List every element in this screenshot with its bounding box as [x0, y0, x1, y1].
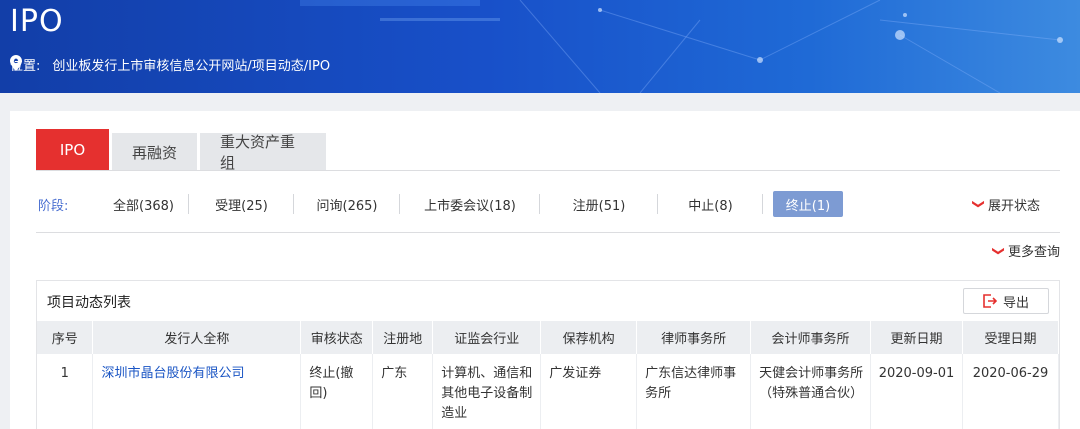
more-query-button[interactable]: ❯ 更多查询	[991, 241, 1060, 260]
col-header-region[interactable]: 注册地	[372, 321, 434, 354]
content-panel: IPO 再融资 重大资产重组 阶段: 全部(368) 受理(25) 问询(265…	[10, 111, 1080, 429]
tab-major-restructuring[interactable]: 重大资产重组	[200, 133, 326, 172]
col-header-law-firm[interactable]: 律师事务所	[636, 321, 752, 354]
stage-filter: 阶段: 全部(368) 受理(25) 问询(265) 上市委会议(18) 注册(…	[36, 189, 1060, 219]
stage-inquiry[interactable]: 问询(265)	[294, 191, 400, 217]
export-label: 导出	[1002, 295, 1029, 311]
stage-terminated[interactable]: 终止(1)	[773, 191, 843, 217]
more-query-label: 更多查询	[1007, 245, 1060, 260]
stage-registration[interactable]: 注册(51)	[540, 191, 658, 217]
list-title: 项目动态列表	[47, 295, 131, 311]
row-region: 广东	[372, 354, 434, 429]
project-table: 序号 发行人全称 审核状态 注册地 证监会行业 保荐机构 律师事务所 会计师事务…	[37, 321, 1060, 429]
tab-ipo[interactable]: IPO	[36, 129, 109, 171]
filter-divider	[36, 232, 1060, 233]
export-button[interactable]: 导出	[963, 288, 1049, 314]
table-header-row: 序号 发行人全称 审核状态 注册地 证监会行业 保荐机构 律师事务所 会计师事务…	[37, 321, 1060, 354]
export-icon	[983, 294, 997, 308]
tab-divider	[36, 170, 1060, 171]
project-list: 项目动态列表 导出 序号 发行人全称 审核状态 注册地 证监会行业 保荐机构 律…	[36, 280, 1060, 429]
col-header-index[interactable]: 序号	[37, 321, 94, 354]
tab-bar: IPO 再融资 重大资产重组	[36, 129, 329, 172]
row-sponsor: 广发证券	[540, 354, 638, 429]
row-accounting-firm: 天健会计师事务所（特殊普通合伙）	[750, 354, 872, 429]
issuer-link[interactable]: 深圳市晶台股份有限公司	[101, 366, 244, 381]
chevron-down-icon: ❯	[991, 245, 1006, 256]
row-index: 1	[37, 354, 94, 429]
col-header-accounting-firm[interactable]: 会计师事务所	[750, 321, 872, 354]
breadcrumb: 位置: 创业板发行上市审核信息公开网站/项目动态/IPO	[10, 55, 330, 74]
location-pin-icon	[10, 55, 22, 71]
col-header-sponsor[interactable]: 保荐机构	[540, 321, 638, 354]
row-accept-date: 2020-06-29	[962, 354, 1060, 429]
row-status: 终止(撤回)	[300, 354, 374, 429]
expand-status-label: 展开状态	[987, 198, 1040, 214]
page-title: IPO	[10, 4, 64, 39]
stage-label: 阶段:	[38, 198, 69, 214]
breadcrumb-path[interactable]: 创业板发行上市审核信息公开网站/项目动态/IPO	[52, 55, 330, 74]
col-header-accept-date[interactable]: 受理日期	[962, 321, 1060, 354]
table-row: 1 深圳市晶台股份有限公司 终止(撤回) 广东 计算机、通信和其他电子设备制造业…	[37, 354, 1060, 429]
tab-refinancing[interactable]: 再融资	[112, 133, 197, 171]
stage-all[interactable]: 全部(368)	[98, 191, 189, 217]
stage-accepted[interactable]: 受理(25)	[189, 191, 294, 217]
col-header-update-date[interactable]: 更新日期	[870, 321, 963, 354]
stage-suspended[interactable]: 中止(8)	[658, 191, 763, 217]
expand-status-button[interactable]: ❯ 展开状态	[971, 195, 1040, 214]
col-header-status[interactable]: 审核状态	[300, 321, 374, 354]
chevron-down-icon: ❯	[971, 198, 986, 210]
banner-network-graphic	[300, 0, 1063, 93]
row-update-date: 2020-09-01	[870, 354, 963, 429]
row-industry: 计算机、通信和其他电子设备制造业	[432, 354, 542, 429]
col-header-industry[interactable]: 证监会行业	[432, 321, 542, 354]
col-header-issuer[interactable]: 发行人全称	[92, 321, 302, 354]
header-banner: IPO 位置: 创业板发行上市审核信息公开网站/项目动态/IPO	[0, 0, 1080, 93]
stage-listing-committee[interactable]: 上市委会议(18)	[400, 191, 540, 217]
row-law-firm: 广东信达律师事务所	[636, 354, 752, 429]
